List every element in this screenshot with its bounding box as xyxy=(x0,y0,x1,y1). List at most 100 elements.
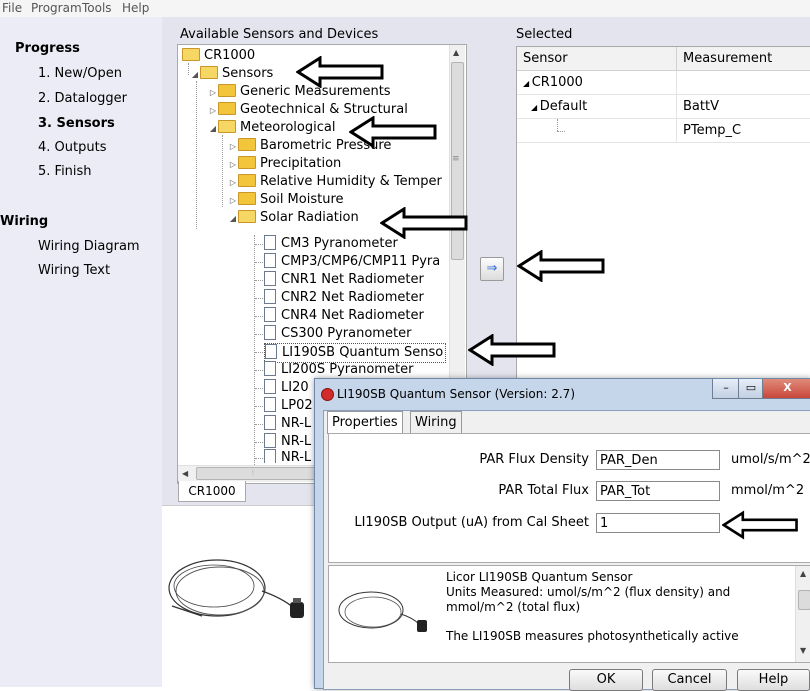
annotation-arrow-icon xyxy=(380,207,468,239)
tree-label: Precipitation xyxy=(260,156,342,171)
cancel-button[interactable]: Cancel xyxy=(652,669,727,691)
tab-cr1000[interactable]: CR1000 xyxy=(178,481,246,502)
available-label: Available Sensors and Devices xyxy=(180,27,379,42)
column-header-measurement[interactable]: Measurement xyxy=(677,47,810,71)
collapsed-triangle-icon[interactable]: ▷ xyxy=(228,156,238,174)
tree-node-sensors[interactable]: ◢ Sensors xyxy=(190,65,273,83)
close-button[interactable]: X xyxy=(762,379,810,399)
tab-wiring[interactable]: Wiring xyxy=(410,411,462,433)
sensor-description: Licor LI190SB Quantum Sensor Units Measu… xyxy=(446,570,791,644)
collapsed-triangle-icon[interactable]: ▷ xyxy=(228,192,238,210)
tree-node-meteorological[interactable]: ◢ Meteorological xyxy=(208,119,335,137)
measurement-cell[interactable]: PTemp_C xyxy=(677,119,810,143)
sensor-image-panel xyxy=(162,505,317,688)
collapsed-triangle-icon[interactable]: ▷ xyxy=(228,174,238,192)
tree-node-solar-radiation[interactable]: ◢ Solar Radiation xyxy=(228,209,359,227)
folder-icon xyxy=(218,102,236,115)
tree-label: CMP3/CMP6/CMP11 Pyra xyxy=(281,254,441,269)
sensor-cable-image xyxy=(168,559,304,618)
document-icon xyxy=(264,289,276,304)
row-label: Default xyxy=(539,99,588,114)
sensor-item[interactable]: NR-L xyxy=(264,449,311,463)
step-sensors[interactable]: 3. Sensors xyxy=(38,116,115,131)
annotation-arrow-icon xyxy=(468,334,556,366)
tree-node-cr1000[interactable]: CR1000 xyxy=(182,47,255,65)
annotation-arrow-icon xyxy=(296,56,384,88)
sensor-item[interactable]: CNR2 Net Radiometer xyxy=(264,289,424,307)
app-icon xyxy=(321,388,334,401)
sensor-item[interactable]: LI20 xyxy=(264,379,309,397)
field-unit: mmol/m^2 xyxy=(731,483,805,498)
document-icon xyxy=(264,307,276,322)
document-icon xyxy=(264,253,276,268)
description-line: Licor LI190SB Quantum Sensor xyxy=(446,570,633,584)
menu-program[interactable]: Program xyxy=(31,1,82,15)
maximize-button[interactable]: ▭ xyxy=(738,379,764,399)
collapsed-triangle-icon[interactable]: ▷ xyxy=(208,84,218,102)
help-button[interactable]: Help xyxy=(737,669,810,691)
sensor-item[interactable]: CMP3/CMP6/CMP11 Pyra xyxy=(264,253,440,271)
tree-label: LI20 xyxy=(281,380,309,395)
scroll-up-arrow-icon[interactable]: ▲ xyxy=(800,569,806,578)
sensor-item[interactable]: LI200S Pyranometer xyxy=(264,361,413,379)
expanded-triangle-icon[interactable]: ◢ xyxy=(228,210,238,228)
step-finish[interactable]: 5. Finish xyxy=(38,164,92,179)
sensor-item-li190sb[interactable]: LI190SB Quantum Senso xyxy=(264,343,447,363)
step-datalogger[interactable]: 2. Datalogger xyxy=(38,91,127,106)
description-scroll-thumb[interactable] xyxy=(798,590,810,610)
expanded-triangle-icon[interactable]: ◢ xyxy=(190,66,200,84)
step-new-open[interactable]: 1. New/Open xyxy=(38,66,122,81)
sensor-item[interactable]: LP02 xyxy=(264,397,313,415)
add-sensor-button[interactable]: ⇒ xyxy=(480,257,504,281)
tree-hscroll-thumb[interactable] xyxy=(196,467,318,480)
tree-label: NR-L xyxy=(281,434,312,449)
scroll-up-arrow-icon[interactable]: ▲ xyxy=(453,48,459,57)
tree-label: CR1000 xyxy=(204,48,256,63)
grip-icon: ⦙ xyxy=(252,468,254,477)
sensor-item[interactable]: NR-L xyxy=(264,415,311,433)
expanded-triangle-icon[interactable]: ◢ xyxy=(208,120,218,138)
scroll-down-arrow-icon[interactable]: ▼ xyxy=(800,646,806,655)
tree-label: CNR4 Net Radiometer xyxy=(281,308,424,323)
par-total-flux-input[interactable] xyxy=(596,481,720,501)
tree-node-precipitation[interactable]: ▷ Precipitation xyxy=(228,155,341,173)
ok-button[interactable]: OK xyxy=(569,669,643,691)
progress-heading: Progress xyxy=(15,41,80,56)
tab-properties[interactable]: Properties xyxy=(327,411,403,434)
cal-sheet-output-input[interactable] xyxy=(596,513,720,533)
minimize-button[interactable]: – xyxy=(712,379,740,399)
description-scrollbar[interactable]: ▲ ▼ xyxy=(795,566,810,662)
menu-tools[interactable]: Tools xyxy=(82,1,112,15)
folder-open-icon xyxy=(182,48,200,61)
wiring-diagram-link[interactable]: Wiring Diagram xyxy=(38,239,140,254)
document-icon xyxy=(264,379,276,394)
selected-label: Selected xyxy=(516,27,573,42)
document-icon xyxy=(264,361,276,376)
collapsed-triangle-icon[interactable]: ▷ xyxy=(208,102,218,120)
annotation-arrow-icon xyxy=(517,250,605,282)
expanded-triangle-icon[interactable]: ◢ xyxy=(531,103,540,112)
table-row[interactable]: ◢ Default xyxy=(517,95,677,119)
menu-help[interactable]: Help xyxy=(122,1,149,15)
wiring-text-link[interactable]: Wiring Text xyxy=(38,263,110,278)
par-flux-density-input[interactable] xyxy=(596,450,720,470)
step-outputs[interactable]: 4. Outputs xyxy=(38,140,106,155)
sensor-item[interactable]: CNR1 Net Radiometer xyxy=(264,271,424,289)
dialog-title: LI190SB Quantum Sensor (Version: 2.7) xyxy=(337,387,575,401)
sensor-item[interactable]: CS300 Pyranometer xyxy=(264,325,411,343)
sensor-item[interactable]: CM3 Pyranometer xyxy=(264,235,398,253)
expanded-triangle-icon[interactable]: ◢ xyxy=(523,79,532,88)
column-header-sensor[interactable]: Sensor xyxy=(517,47,677,71)
tree-label: Sensors xyxy=(222,66,274,81)
menu-bar: File Program Tools Help xyxy=(0,0,810,18)
measurement-cell[interactable]: BattV xyxy=(677,95,810,119)
collapsed-triangle-icon[interactable]: ▷ xyxy=(228,138,238,156)
scroll-left-arrow-icon[interactable]: ◀ xyxy=(182,469,188,478)
folder-open-icon xyxy=(218,120,236,133)
tree-node-soil-moisture[interactable]: ▷ Soil Moisture xyxy=(228,191,344,209)
tree-node-relative-humidity[interactable]: ▷ Relative Humidity & Temper xyxy=(228,173,442,191)
sensor-item[interactable]: CNR4 Net Radiometer xyxy=(264,307,424,325)
table-row[interactable]: ◢ CR1000 xyxy=(517,71,677,95)
menu-file[interactable]: File xyxy=(2,1,22,15)
dialog-body: Properties Wiring PAR Flux Density umol/… xyxy=(323,410,810,691)
